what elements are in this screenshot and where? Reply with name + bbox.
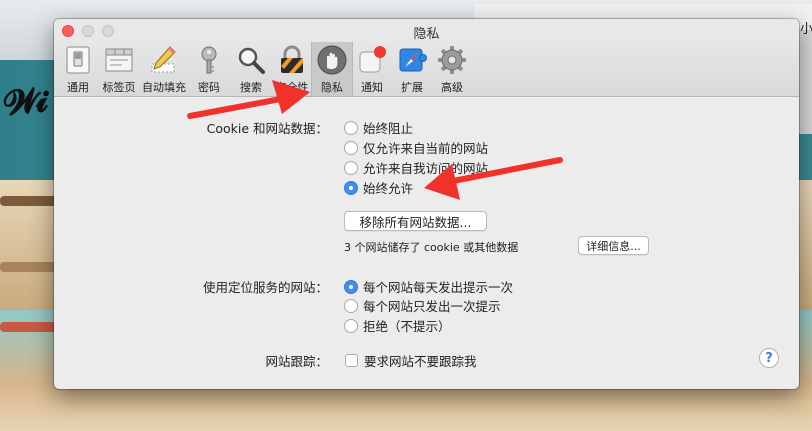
help-button[interactable]: ? (759, 348, 779, 368)
radio-button[interactable] (344, 298, 358, 313)
title-bar: 隐私 (54, 19, 799, 43)
background-window-text: 小 (800, 22, 812, 37)
radio-button-selected[interactable] (344, 180, 358, 195)
tab-autofill[interactable]: 自动填充 (142, 42, 186, 96)
window-title: 隐私 (413, 27, 440, 42)
background-book-edge (760, 400, 812, 410)
background-book-edge (0, 322, 60, 332)
radio-label: 始终阻止 (363, 121, 414, 136)
radio-label: 每个网站只发出一次提示 (363, 299, 501, 314)
cookie-option-always-block[interactable]: 始终阻止 (344, 118, 413, 137)
tab-tabs[interactable]: 标签页 (98, 42, 140, 96)
preferences-toolbar: 通用 标签页 自动填充 密码 搜索 安全性 隐私 通知 扩展 高级 (54, 42, 799, 97)
location-option-once-per-day[interactable]: 每个网站每天发出提示一次 (344, 277, 513, 296)
radio-label: 仅允许来自当前的网站 (363, 141, 489, 156)
radio-label: 允许来自我访问的网站 (363, 161, 489, 176)
background-window-edge (798, 30, 812, 134)
background-book-edge (0, 262, 58, 272)
remove-all-website-data-button[interactable]: 移除所有网站数据... (344, 211, 487, 231)
magnifier-icon (238, 47, 265, 74)
location-option-once-only[interactable]: 每个网站只发出一次提示 (344, 296, 501, 315)
radio-button[interactable] (344, 318, 358, 333)
autofill-pencil-icon (151, 46, 176, 73)
radio-label: 始终允许 (363, 181, 414, 196)
radio-button[interactable] (344, 120, 358, 135)
tabs-icon (105, 48, 133, 72)
stored-data-info: 3 个网站储存了 cookie 或其他数据 (344, 241, 519, 254)
radio-button[interactable] (344, 160, 358, 175)
cookie-option-visited-sites[interactable]: 允许来自我访问的网站 (344, 158, 488, 177)
background-book-edge (0, 196, 60, 206)
checkbox-box[interactable] (345, 354, 358, 367)
puzzle-compass-icon (399, 48, 427, 72)
background-calligraphy: 𝓦𝓲 (2, 80, 46, 124)
cookies-label: Cookie 和网站数据： (206, 121, 328, 136)
radio-label: 拒绝（不提示） (363, 319, 451, 334)
cookie-option-always-allow[interactable]: 始终允许 (344, 178, 413, 197)
details-button[interactable]: 详细信息... (578, 236, 649, 255)
privacy-preferences-window: 隐私 通用 标签页 自动填充 密码 搜索 安全性 隐私 通知 扩展 高级 Coo… (54, 19, 799, 389)
location-option-deny[interactable]: 拒绝（不提示） (344, 316, 451, 335)
tab-advanced[interactable]: 高级 (431, 42, 473, 96)
radio-button[interactable] (344, 140, 358, 155)
checkbox-label: 要求网站不要跟踪我 (364, 354, 477, 369)
location-services-label: 使用定位服务的网站： (202, 280, 328, 295)
cookie-option-current-site[interactable]: 仅允许来自当前的网站 (344, 138, 488, 157)
radio-button-selected[interactable] (344, 279, 358, 294)
hand-icon (317, 45, 347, 75)
gear-icon (438, 46, 466, 74)
do-not-track-checkbox[interactable]: 要求网站不要跟踪我 (345, 351, 477, 370)
radio-label: 每个网站每天发出提示一次 (363, 280, 514, 295)
general-switch-icon (66, 46, 90, 74)
website-tracking-label: 网站跟踪： (265, 354, 328, 369)
key-icon (201, 46, 217, 74)
privacy-pane: Cookie 和网站数据： 始终阻止 仅允许来自当前的网站 允许来自我访问的网站… (54, 97, 799, 389)
notification-badge-icon (359, 46, 386, 73)
padlock-icon (281, 45, 303, 73)
tab-label: 高级 (441, 81, 463, 94)
